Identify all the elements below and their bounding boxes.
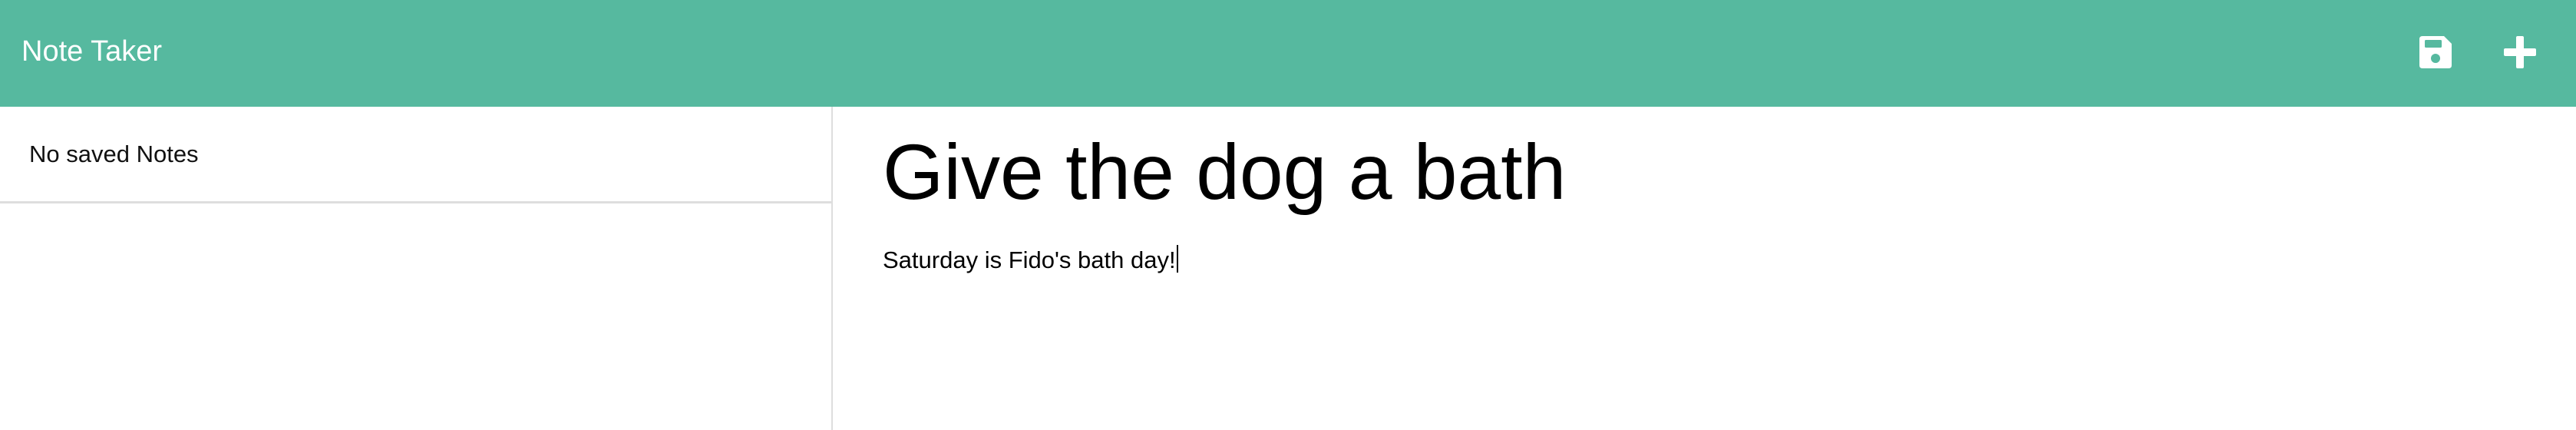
note-list: No saved Notes bbox=[0, 107, 833, 430]
new-note-button[interactable] bbox=[2501, 33, 2539, 71]
navbar-actions bbox=[2416, 33, 2539, 71]
app-brand[interactable]: Note Taker bbox=[21, 35, 162, 68]
note-body-textarea[interactable]: Saturday is Fido's bath day! bbox=[883, 245, 2576, 274]
plus-icon bbox=[2504, 35, 2536, 68]
note-editor: Give the dog a bath Saturday is Fido's b… bbox=[834, 107, 2576, 430]
note-body-text: Saturday is Fido's bath day! bbox=[883, 246, 1176, 273]
list-item: No saved Notes bbox=[0, 107, 831, 203]
navbar: Note Taker bbox=[0, 0, 2576, 107]
empty-notes-message: No saved Notes bbox=[29, 141, 199, 167]
text-caret bbox=[1176, 245, 1178, 273]
save-icon bbox=[2419, 35, 2452, 68]
note-title-input[interactable]: Give the dog a bath bbox=[883, 125, 2576, 225]
save-note-button[interactable] bbox=[2416, 33, 2455, 71]
